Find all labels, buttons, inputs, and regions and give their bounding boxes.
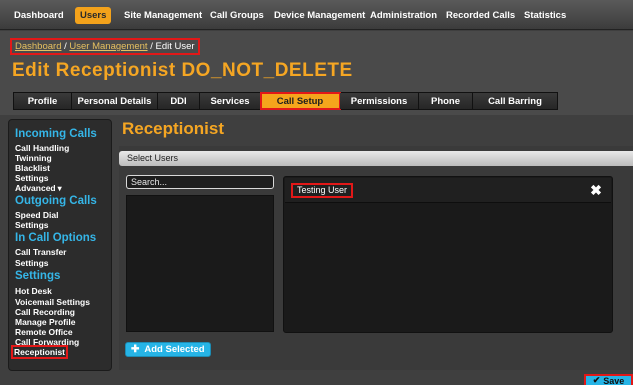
sidebar-section-settings[interactable]: Settings: [15, 270, 60, 282]
available-users-list[interactable]: [126, 195, 274, 332]
breadcrumb-current: Edit User: [155, 41, 195, 52]
sidebar-item-advanced-label: Advanced: [15, 183, 56, 193]
section-heading: Receptionist: [122, 119, 225, 138]
sidebar-item-blacklist[interactable]: Blacklist: [15, 163, 50, 173]
sidebar-item-speed-dial[interactable]: Speed Dial: [15, 210, 58, 220]
close-icon[interactable]: ✖: [590, 183, 602, 197]
sidebar-section-outgoing-calls[interactable]: Outgoing Calls: [15, 195, 97, 207]
nav-dashboard[interactable]: Dashboard: [14, 8, 64, 24]
page-title: Edit Receptionist DO_NOT_DELETE: [12, 60, 353, 81]
tab-call-setup[interactable]: Call Setup: [260, 92, 341, 110]
add-selected-label: Add Selected: [144, 344, 205, 355]
tab-phone[interactable]: Phone: [419, 93, 473, 109]
selected-user-name: Testing User: [291, 183, 354, 198]
sidebar-item-call-transfer[interactable]: Call Transfer: [15, 247, 67, 257]
selected-users-list: Testing User ✖: [283, 176, 613, 333]
nav-users[interactable]: Users: [75, 7, 112, 24]
search-input[interactable]: [126, 175, 274, 189]
tab-personal-details[interactable]: Personal Details: [72, 93, 158, 109]
sidebar-item-call-handling[interactable]: Call Handling: [15, 143, 69, 153]
plus-circle-icon: ✚: [131, 344, 140, 355]
sidebar-item-receptionist[interactable]: Receptionist: [10, 345, 69, 359]
save-label: Save: [603, 375, 625, 385]
add-selected-button[interactable]: ✚ Add Selected: [125, 342, 211, 357]
sidebar-item-manage-profile[interactable]: Manage Profile: [15, 317, 75, 327]
sidebar-item-voicemail-settings[interactable]: Voicemail Settings: [15, 297, 90, 307]
nav-site-management[interactable]: Site Management: [124, 8, 202, 24]
panel-title: Select Users: [127, 153, 179, 163]
sidebar-item-remote-office[interactable]: Remote Office: [15, 327, 73, 337]
tab-bar: Profile Personal Details DDI Services Ca…: [13, 92, 558, 110]
nav-device-management[interactable]: Device Management: [274, 8, 365, 24]
sidebar-item-advanced[interactable]: Advanced ▾: [15, 183, 62, 193]
panel-header: Select Users: [119, 151, 633, 166]
breadcrumb: Dashboard / User Management / Edit User: [10, 38, 200, 55]
tab-services[interactable]: Services: [200, 93, 261, 109]
sidebar: Incoming Calls Call Handling Twinning Bl…: [8, 119, 112, 371]
sidebar-section-incoming-calls[interactable]: Incoming Calls: [15, 128, 97, 140]
sidebar-item-in-call-settings[interactable]: Settings: [15, 258, 49, 268]
caret-down-icon: ▾: [57, 184, 62, 193]
nav-statistics[interactable]: Statistics: [524, 8, 566, 24]
tab-profile[interactable]: Profile: [14, 93, 72, 109]
nav-call-groups[interactable]: Call Groups: [210, 8, 264, 24]
sidebar-item-call-forwarding[interactable]: Call Forwarding: [15, 337, 79, 347]
sidebar-item-incoming-settings[interactable]: Settings: [15, 173, 49, 183]
tab-ddi[interactable]: DDI: [158, 93, 200, 109]
nav-administration[interactable]: Administration: [370, 8, 437, 24]
sidebar-section-in-call-options[interactable]: In Call Options: [15, 232, 96, 244]
sidebar-item-twinning[interactable]: Twinning: [15, 153, 52, 163]
save-button[interactable]: ✔ Save: [584, 374, 633, 385]
sidebar-item-call-recording[interactable]: Call Recording: [15, 307, 75, 317]
sidebar-item-outgoing-settings[interactable]: Settings: [15, 220, 49, 230]
breadcrumb-user-management-link[interactable]: User Management: [69, 41, 147, 52]
nav-recorded-calls[interactable]: Recorded Calls: [446, 8, 515, 24]
breadcrumb-dashboard-link[interactable]: Dashboard: [15, 41, 61, 52]
tab-call-barring[interactable]: Call Barring: [473, 93, 557, 109]
tab-permissions[interactable]: Permissions: [340, 93, 419, 109]
sidebar-item-hot-desk[interactable]: Hot Desk: [15, 286, 52, 296]
top-navigation: Dashboard Users Site Management Call Gro…: [0, 0, 633, 30]
checkmark-icon: ✔: [592, 375, 601, 385]
list-item[interactable]: Testing User ✖: [285, 178, 611, 203]
